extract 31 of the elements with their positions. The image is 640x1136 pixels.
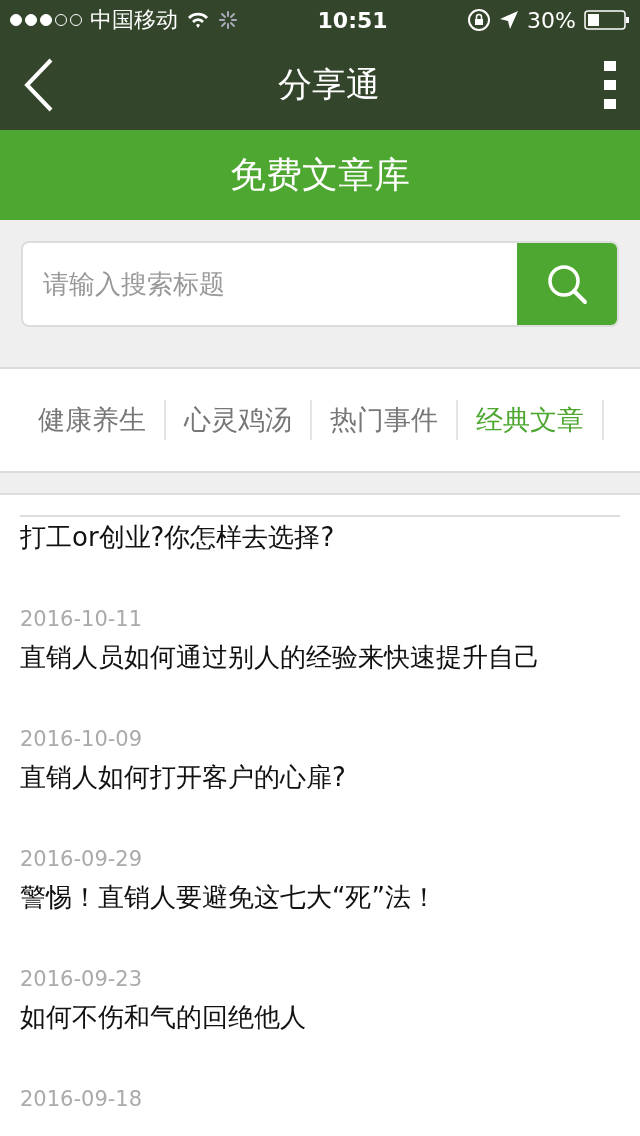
article-date: 2016-09-29	[20, 846, 144, 873]
search-bar[interactable]: 请输入搜索标题	[21, 241, 619, 327]
rotation-lock-icon	[467, 8, 492, 32]
article-date: 2016-10-11	[20, 606, 144, 633]
section-title: 免费文章库	[230, 152, 410, 197]
category-tab[interactable]: 热门事件	[312, 400, 458, 440]
battery-icon	[584, 9, 630, 31]
signal-dot	[40, 14, 52, 26]
signal-dot	[25, 14, 37, 26]
category-tab[interactable]: 健康养生	[20, 400, 166, 440]
spinner-icon	[218, 10, 238, 30]
search-icon	[546, 263, 588, 305]
article-title[interactable]: 直销人员如何通过别人的经验来快速提升自己	[20, 637, 620, 677]
category-tab[interactable]: 心灵鸡汤	[166, 400, 312, 440]
signal-dot	[10, 14, 22, 26]
article-date: 2016-10-09	[20, 726, 144, 753]
search-button[interactable]	[517, 243, 617, 325]
article-title[interactable]: 如何不伤和气的回绝他人	[20, 997, 620, 1037]
battery-percent: 30%	[527, 7, 576, 33]
article-title[interactable]: 直销人如何打开客户的心扉?	[20, 757, 620, 797]
location-icon	[499, 10, 520, 30]
article-title[interactable]: 打工or创业?你怎样去选择?	[20, 517, 620, 557]
more-icon[interactable]	[604, 61, 616, 109]
back-icon[interactable]	[24, 58, 54, 112]
article-title[interactable]: 警惕！直销人要避免这七大“死”法！	[20, 877, 620, 917]
article-date: 2016-09-18	[20, 1086, 144, 1113]
wifi-icon	[186, 10, 210, 30]
app-title: 分享通	[278, 63, 380, 106]
article-date: 2016-09-23	[20, 966, 144, 993]
clock-time: 10:51	[317, 7, 388, 33]
carrier-name: 中国移动	[90, 6, 178, 34]
